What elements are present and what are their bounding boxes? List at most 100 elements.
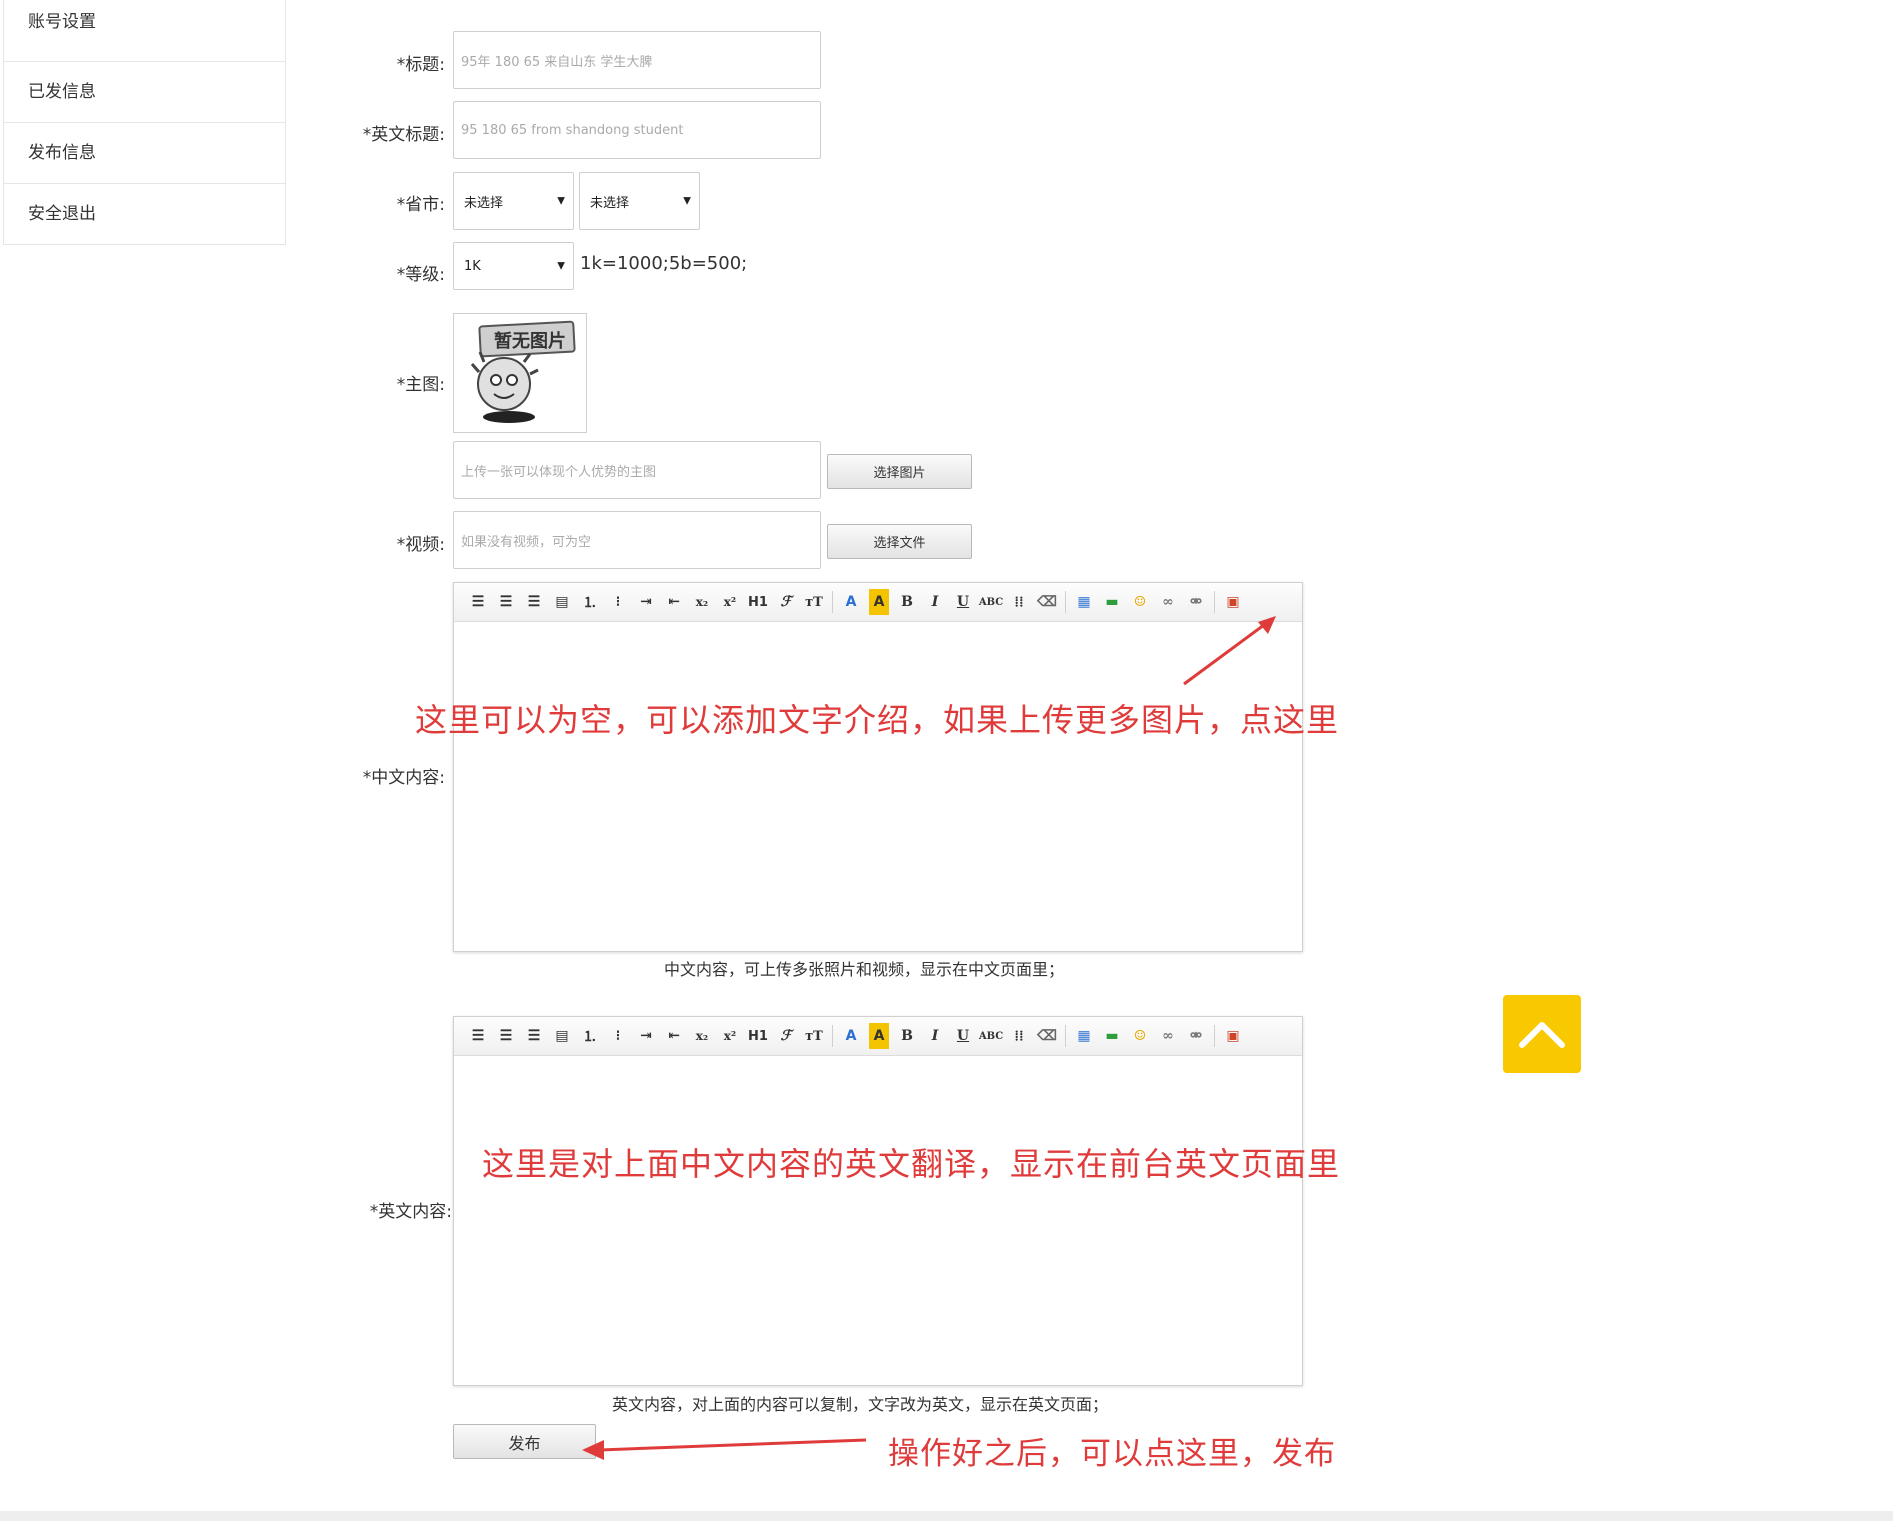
link-icon[interactable]: ∞ — [1154, 589, 1182, 615]
subscript-icon[interactable]: x₂ — [688, 1023, 716, 1049]
province-select-value: 未选择 — [464, 195, 504, 211]
align-left-icon[interactable]: ☰ — [464, 589, 492, 615]
align-center-icon[interactable]: ☰ — [492, 589, 520, 615]
city-select-value: 未选择 — [590, 195, 630, 211]
emoji-icon[interactable]: ☺ — [1126, 1023, 1154, 1049]
italic-icon[interactable]: I — [921, 1023, 949, 1049]
level-hint: 1k=1000;5b=500; — [580, 253, 748, 274]
toolbar-separator — [1065, 591, 1066, 613]
level-label: *等级: — [396, 265, 445, 285]
no-image-placeholder-icon: 暂无图片 — [470, 320, 576, 423]
en-editor-annotation: 这里是对上面中文内容的英文翻译，显示在前台英文页面里 — [482, 1145, 1341, 1183]
level-select[interactable]: 1K ▼ — [453, 242, 574, 290]
city-select[interactable]: 未选择 ▼ — [579, 172, 700, 230]
font-size-icon[interactable]: тT — [800, 1023, 828, 1049]
main-image-preview: 暂无图片 — [453, 313, 587, 433]
unlink-icon[interactable]: ⚮ — [1182, 1023, 1210, 1049]
strikethrough-icon[interactable]: ABC — [977, 1023, 1005, 1049]
align-left-icon[interactable]: ☰ — [464, 1023, 492, 1049]
underline-icon[interactable]: U — [949, 589, 977, 615]
chevron-down-icon: ▼ — [557, 195, 565, 207]
annotation-arrow-left — [582, 1438, 867, 1460]
chevron-down-icon: ▼ — [683, 195, 691, 207]
multi-image-upload-icon[interactable]: ▣ — [1219, 1023, 1247, 1049]
cn-content-caption: 中文内容，可上传多张照片和视频，显示在中文页面里； — [664, 960, 1065, 979]
heading-icon[interactable]: H1 — [744, 589, 772, 615]
sidebar-item-publish[interactable]: 发布信息 — [4, 122, 285, 183]
level-select-value: 1K — [464, 258, 481, 274]
back-to-top-button[interactable] — [1503, 995, 1581, 1073]
submit-annotation: 操作好之后，可以点这里，发布 — [888, 1436, 1336, 1472]
hr-icon[interactable]: ⁞⁞ — [1005, 1023, 1033, 1049]
page-footer-bar — [0, 1511, 1893, 1521]
eraser-icon[interactable]: ⌫ — [1033, 589, 1061, 615]
sidebar-item-sent-messages[interactable]: 已发信息 — [4, 61, 285, 122]
select-file-button[interactable]: 选择文件 — [827, 524, 972, 559]
strikethrough-icon[interactable]: ABC — [977, 589, 1005, 615]
unordered-list-icon[interactable]: ⁝ — [604, 589, 632, 615]
italic-icon[interactable]: I — [921, 589, 949, 615]
toolbar-separator — [1214, 1025, 1215, 1047]
font-size-icon[interactable]: тT — [800, 589, 828, 615]
indent-icon[interactable]: ⇥ — [632, 1023, 660, 1049]
title-label: *标题: — [396, 55, 445, 75]
align-center-icon[interactable]: ☰ — [492, 1023, 520, 1049]
annotation-arrow-up — [1183, 616, 1276, 686]
ordered-list-icon[interactable]: ⒈ — [576, 589, 604, 615]
province-select[interactable]: 未选择 ▼ — [453, 172, 574, 230]
justify-icon[interactable]: ▤ — [548, 1023, 576, 1049]
table-icon[interactable]: ▦ — [1070, 1023, 1098, 1049]
align-right-icon[interactable]: ☰ — [520, 589, 548, 615]
main-image-upload-input[interactable]: 上传一张可以体现个人优势的主图 — [453, 441, 821, 499]
unordered-list-icon[interactable]: ⁝ — [604, 1023, 632, 1049]
select-image-button[interactable]: 选择图片 — [827, 454, 972, 489]
font-family-icon[interactable]: ℱ — [772, 589, 800, 615]
en-content-editor[interactable]: ☰ ☰ ☰ ▤ ⒈ ⁝ ⇥ ⇤ x₂ x² H1 ℱ тT A A B I U … — [453, 1016, 1303, 1386]
cn-editor-annotation: 这里可以为空，可以添加文字介绍，如果上传更多图片，点这里 — [415, 701, 1340, 739]
outdent-icon[interactable]: ⇤ — [660, 589, 688, 615]
title-input[interactable]: 95年 180 65 来自山东 学生大脾 — [453, 31, 821, 89]
cn-content-editor[interactable]: ☰ ☰ ☰ ▤ ⒈ ⁝ ⇥ ⇤ x₂ x² H1 ℱ тT A A B I U … — [453, 582, 1303, 952]
table-icon[interactable]: ▦ — [1070, 589, 1098, 615]
province-label: *省市: — [396, 195, 445, 215]
underline-icon[interactable]: U — [949, 1023, 977, 1049]
bold-icon[interactable]: B — [893, 589, 921, 615]
font-color-icon[interactable]: A — [837, 589, 865, 615]
align-right-icon[interactable]: ☰ — [520, 1023, 548, 1049]
en-title-label: *英文标题: — [362, 125, 445, 145]
video-input[interactable]: 如果没有视频，可为空 — [453, 511, 821, 569]
bold-icon[interactable]: B — [893, 1023, 921, 1049]
subscript-icon[interactable]: x₂ — [688, 589, 716, 615]
en-editor-toolbar: ☰ ☰ ☰ ▤ ⒈ ⁝ ⇥ ⇤ x₂ x² H1 ℱ тT A A B I U … — [454, 1017, 1302, 1056]
outdent-icon[interactable]: ⇤ — [660, 1023, 688, 1049]
video-label: *视频: — [396, 535, 445, 555]
superscript-icon[interactable]: x² — [716, 1023, 744, 1049]
font-family-icon[interactable]: ℱ — [772, 1023, 800, 1049]
emoji-icon[interactable]: ☺ — [1126, 589, 1154, 615]
insert-image-icon[interactable]: ▬ — [1098, 589, 1126, 615]
cn-content-label: *中文内容: — [362, 768, 445, 788]
background-color-icon[interactable]: A — [869, 589, 889, 615]
publish-button[interactable]: 发布 — [453, 1424, 596, 1459]
chevron-up-icon — [1519, 1022, 1565, 1048]
superscript-icon[interactable]: x² — [716, 589, 744, 615]
cn-editor-toolbar: ☰ ☰ ☰ ▤ ⒈ ⁝ ⇥ ⇤ x₂ x² H1 ℱ тT A A B I U … — [454, 583, 1302, 622]
justify-icon[interactable]: ▤ — [548, 589, 576, 615]
font-color-icon[interactable]: A — [837, 1023, 865, 1049]
no-image-text: 暂无图片 — [494, 330, 566, 352]
eraser-icon[interactable]: ⌫ — [1033, 1023, 1061, 1049]
link-icon[interactable]: ∞ — [1154, 1023, 1182, 1049]
en-content-caption: 英文内容，对上面的内容可以复制，文字改为英文，显示在英文页面； — [612, 1395, 1109, 1414]
background-color-icon[interactable]: A — [869, 1023, 889, 1049]
sidebar-item-account-settings[interactable]: 账号设置 — [4, 0, 285, 61]
en-title-input[interactable]: 95 180 65 from shandong student — [453, 101, 821, 159]
heading-icon[interactable]: H1 — [744, 1023, 772, 1049]
sidebar: 账号设置 已发信息 发布信息 安全退出 — [3, 0, 286, 245]
toolbar-separator — [832, 1025, 833, 1047]
sidebar-item-logout[interactable]: 安全退出 — [4, 183, 285, 244]
ordered-list-icon[interactable]: ⒈ — [576, 1023, 604, 1049]
hr-icon[interactable]: ⁞⁞ — [1005, 589, 1033, 615]
insert-image-icon[interactable]: ▬ — [1098, 1023, 1126, 1049]
en-content-label: *英文内容: — [369, 1202, 452, 1222]
indent-icon[interactable]: ⇥ — [632, 589, 660, 615]
